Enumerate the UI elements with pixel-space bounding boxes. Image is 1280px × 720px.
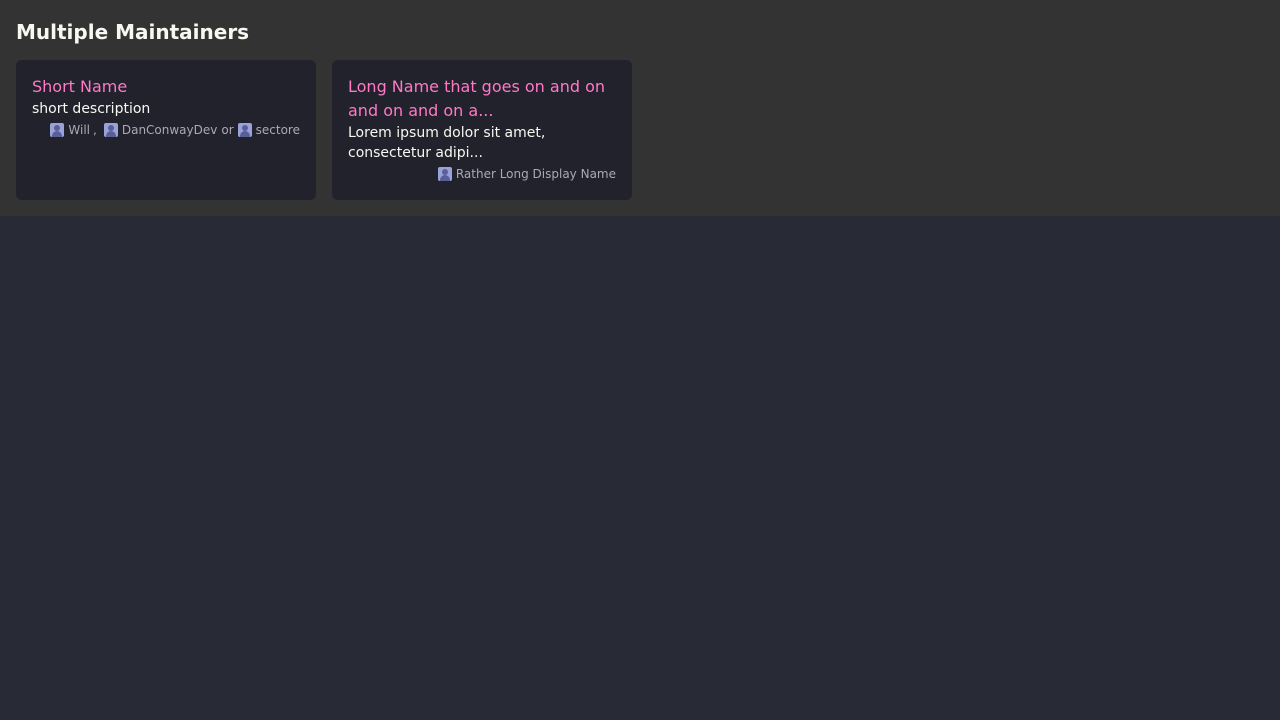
maintainer-separator: or [221, 123, 234, 137]
repo-card-title[interactable]: Short Name [32, 75, 300, 99]
maintainer-name: sectore [255, 123, 300, 137]
user-avatar-icon [50, 123, 65, 137]
maintainer-name: Rather Long Display Name [455, 167, 616, 181]
maintainer-link[interactable]: sectore [237, 121, 300, 139]
repo-card[interactable]: Long Name that goes on and on and on and… [332, 60, 632, 200]
maintainer-link[interactable]: Rather Long Display Name [437, 165, 616, 183]
user-avatar-icon [437, 167, 452, 181]
user-avatar-icon [237, 123, 252, 137]
repo-card-description: short description [32, 101, 151, 117]
repo-card-title[interactable]: Long Name that goes on and on and on and… [348, 75, 616, 123]
section-title: Multiple Maintainers [16, 20, 250, 44]
maintainer-list: Rather Long Display Name [348, 165, 616, 183]
repo-section: Multiple Maintainers Short Name short de… [0, 0, 1280, 216]
maintainer-name: DanConwayDev [121, 123, 218, 137]
maintainer-list: Will , DanConwayDev or sectore [32, 121, 300, 139]
maintainer-separator: , [93, 123, 97, 137]
repo-card[interactable]: Short Name short description Will , DanC… [16, 60, 316, 200]
maintainer-name: Will [68, 123, 91, 137]
repo-card-description: Lorem ipsum dolor sit amet, consectetur … [348, 125, 546, 161]
repo-card-list: Short Name short description Will , DanC… [16, 60, 1264, 200]
maintainer-link[interactable]: Will [50, 121, 90, 139]
user-avatar-icon [103, 123, 118, 137]
maintainer-link[interactable]: DanConwayDev [103, 121, 218, 139]
